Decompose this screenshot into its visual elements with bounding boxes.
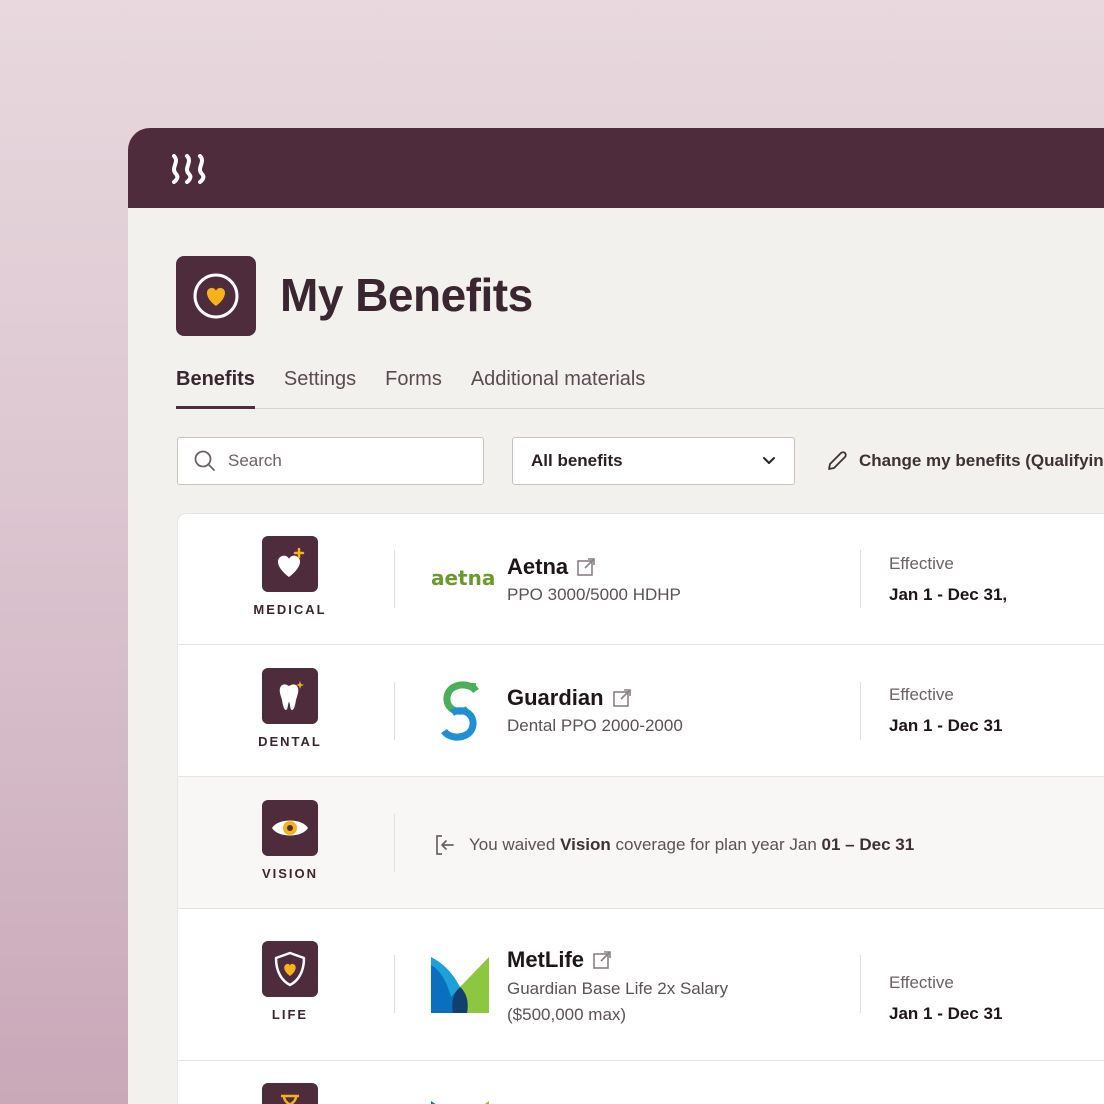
effective-label: Effective bbox=[889, 554, 954, 573]
tooth-icon bbox=[262, 668, 318, 724]
tab-benefits[interactable]: Benefits bbox=[176, 368, 255, 409]
category-label: DENTAL bbox=[258, 734, 322, 749]
hourglass-icon bbox=[262, 1083, 318, 1104]
category-label: VISION bbox=[261, 866, 319, 881]
benefits-list: MEDICAL aetna Aetna PPO 3000/5000 HDHP E… bbox=[178, 514, 1104, 1104]
change-benefits-link[interactable]: Change my benefits (Qualifying bbox=[825, 449, 1104, 473]
plan-name: PPO 3000/5000 HDHP bbox=[507, 585, 681, 604]
shield-heart-icon bbox=[262, 941, 318, 997]
top-navigation-bar bbox=[128, 128, 1104, 208]
effective-label: Effective bbox=[889, 973, 954, 992]
category-medical: MEDICAL bbox=[250, 536, 330, 617]
filter-selected-value: All benefits bbox=[531, 451, 623, 470]
benefits-filter-select[interactable]: All benefits bbox=[512, 437, 795, 485]
eye-icon bbox=[262, 800, 318, 856]
search-box[interactable] bbox=[177, 437, 484, 485]
benefit-row-partial[interactable] bbox=[178, 1061, 1104, 1104]
effective-dates: Jan 1 - Dec 31 bbox=[889, 716, 1003, 735]
category-vision: VISION bbox=[250, 800, 330, 881]
benefit-row-vision[interactable]: VISION You waived Vision coverage for pl… bbox=[178, 777, 1104, 909]
benefit-row-dental[interactable]: DENTAL Guardian Dental PPO 2000-2000 Eff… bbox=[178, 645, 1104, 777]
chevron-down-icon bbox=[763, 457, 775, 464]
plan-name: Guardian Base Life 2x Salary ($500,000 m… bbox=[507, 979, 729, 1024]
category-partial bbox=[250, 1083, 330, 1104]
category-label: MEDICAL bbox=[253, 602, 327, 617]
aetna-logo: aetna bbox=[431, 566, 496, 590]
category-label: LIFE bbox=[271, 1007, 309, 1022]
heart-plus-icon bbox=[262, 536, 318, 592]
waived-notice: You waived Vision coverage for plan year… bbox=[433, 833, 914, 857]
page-title: My Benefits bbox=[280, 269, 533, 321]
carrier-name-aetna[interactable]: Aetna bbox=[507, 554, 596, 580]
category-life: LIFE bbox=[250, 941, 330, 1022]
tab-bar: Benefits Settings Forms Additional mater… bbox=[176, 368, 1104, 409]
carrier-name-metlife[interactable]: MetLife bbox=[507, 947, 612, 973]
guardian-logo bbox=[441, 681, 479, 741]
pencil-icon bbox=[828, 451, 847, 470]
effective-dates: Jan 1 - Dec 31 bbox=[889, 1004, 1003, 1023]
benefits-heart-icon bbox=[176, 256, 256, 336]
category-dental: DENTAL bbox=[250, 668, 330, 749]
waive-exit-icon bbox=[436, 835, 454, 855]
tab-forms[interactable]: Forms bbox=[385, 368, 442, 408]
benefit-row-life[interactable]: LIFE MetLife Guardian Base Life 2x Salar… bbox=[178, 909, 1104, 1061]
change-benefits-label: Change my benefits (Qualifying bbox=[859, 451, 1104, 470]
external-link-icon[interactable] bbox=[612, 688, 632, 708]
carrier-name-guardian[interactable]: Guardian bbox=[507, 685, 632, 711]
tab-settings[interactable]: Settings bbox=[284, 368, 356, 408]
search-icon bbox=[194, 450, 215, 471]
effective-label: Effective bbox=[889, 685, 954, 704]
app-window: My Benefits Benefits Settings Forms Addi… bbox=[128, 128, 1104, 1104]
effective-dates: Jan 1 - Dec 31, bbox=[889, 585, 1008, 604]
plan-name: Dental PPO 2000-2000 bbox=[507, 716, 683, 735]
search-input[interactable] bbox=[228, 451, 468, 471]
toolbar: All benefits Change my benefits (Qualify… bbox=[177, 437, 1104, 485]
benefit-row-medical[interactable]: MEDICAL aetna Aetna PPO 3000/5000 HDHP E… bbox=[178, 514, 1104, 645]
tab-additional-materials[interactable]: Additional materials bbox=[471, 368, 646, 408]
external-link-icon[interactable] bbox=[576, 557, 596, 577]
external-link-icon[interactable] bbox=[592, 950, 612, 970]
company-logo-icon[interactable] bbox=[170, 154, 210, 184]
metlife-logo bbox=[431, 957, 489, 1013]
